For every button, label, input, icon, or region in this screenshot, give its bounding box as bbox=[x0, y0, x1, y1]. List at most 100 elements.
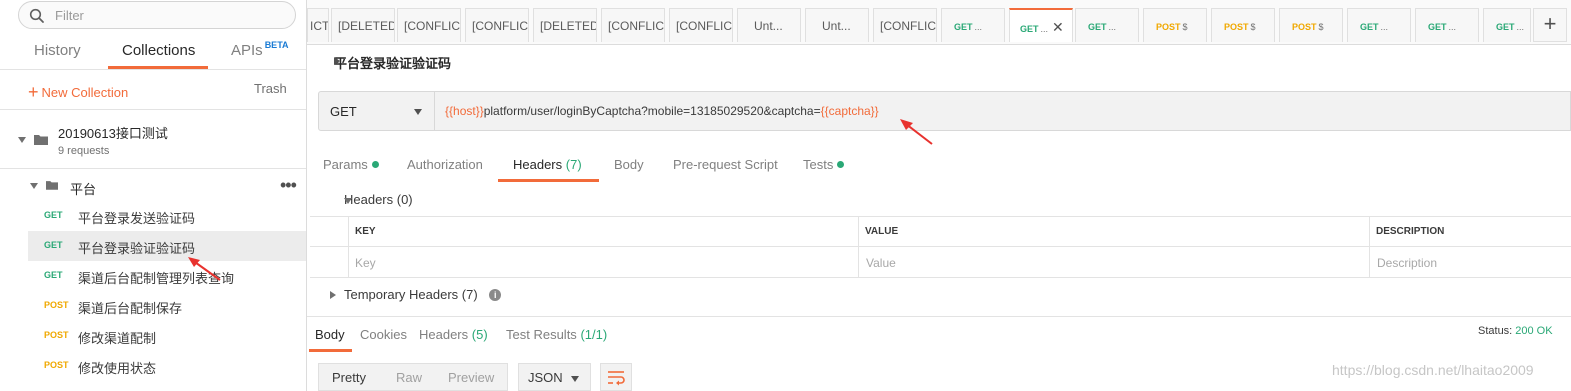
request-name: 修改使用状态 bbox=[78, 361, 157, 376]
format-preview[interactable]: Preview bbox=[448, 370, 494, 385]
trash-button[interactable]: Trash bbox=[254, 81, 287, 96]
request-tab[interactable]: [DELETED] bbox=[331, 8, 395, 42]
request-tab[interactable]: GET... bbox=[1347, 8, 1411, 42]
request-item[interactable]: POST 修改使用状态 bbox=[28, 351, 306, 381]
language-select[interactable]: JSON bbox=[518, 363, 591, 391]
status-label: Status: bbox=[1478, 325, 1513, 337]
request-tab-active[interactable]: GET... ✕ bbox=[1009, 8, 1073, 42]
temporary-headers-count: (7) bbox=[461, 287, 478, 302]
close-tab-icon[interactable]: ✕ bbox=[1052, 19, 1064, 35]
request-item[interactable]: GET 平台登录发送验证码 bbox=[28, 201, 306, 231]
format-pretty[interactable]: Pretty bbox=[332, 370, 366, 385]
test-results-count: (1/1) bbox=[580, 327, 608, 342]
tab-params-label: Params bbox=[323, 157, 368, 172]
tab-label: $ bbox=[1250, 22, 1256, 32]
column-divider bbox=[348, 217, 349, 278]
tab-tests[interactable]: Tests bbox=[803, 157, 845, 172]
request-item[interactable]: POST 修改渠道配制 bbox=[28, 321, 306, 351]
tab-params[interactable]: Params bbox=[323, 157, 379, 172]
url-variable: {{host}} bbox=[445, 104, 484, 118]
method-badge: POST bbox=[44, 300, 69, 310]
more-options-icon[interactable]: ••• bbox=[280, 175, 297, 196]
sidebar-tabs: History Collections APIs BETA bbox=[0, 36, 306, 70]
sidebar: Filter History Collections APIs BETA + New… bbox=[0, 0, 307, 391]
tab-headers[interactable]: Headers (7) bbox=[513, 157, 582, 172]
temporary-headers-toggle[interactable]: Temporary Headers (7) i bbox=[330, 287, 502, 302]
key-input[interactable]: Key bbox=[355, 256, 376, 270]
column-header-description: DESCRIPTION bbox=[1376, 226, 1445, 237]
method-badge: GET bbox=[1360, 22, 1379, 32]
tab-response-headers-label: Headers bbox=[419, 327, 469, 342]
request-tab[interactable]: ICT bbox=[307, 8, 329, 42]
tab-authorization[interactable]: Authorization bbox=[407, 157, 483, 172]
tab-test-results[interactable]: Test Results (1/1) bbox=[506, 327, 607, 342]
request-tab[interactable]: [CONFLICT bbox=[601, 8, 665, 42]
request-name: 修改渠道配制 bbox=[78, 331, 157, 346]
info-icon[interactable]: i bbox=[489, 289, 502, 301]
method-badge: GET bbox=[1020, 24, 1039, 34]
new-collection-button[interactable]: + New Collection bbox=[28, 81, 128, 102]
tab-prerequest[interactable]: Pre-request Script bbox=[673, 157, 778, 172]
headers-count: (7) bbox=[565, 157, 582, 172]
plus-icon: + bbox=[28, 82, 39, 102]
chevron-down-icon bbox=[571, 376, 579, 382]
tab-apis-label: APIs bbox=[231, 42, 263, 59]
request-tab[interactable]: POST $ bbox=[1279, 8, 1343, 42]
headers-section-toggle[interactable]: Headers (0) bbox=[328, 192, 413, 207]
wrap-lines-button[interactable] bbox=[600, 363, 632, 391]
request-item[interactable]: POST 渠道后台配制保存 bbox=[28, 291, 306, 321]
tab-apis[interactable]: APIs BETA bbox=[231, 40, 289, 59]
chevron-down-icon[interactable] bbox=[30, 183, 38, 189]
request-title[interactable]: 平台登录验证验证码 bbox=[323, 53, 451, 72]
request-tab[interactable]: [CONFLICT bbox=[669, 8, 733, 42]
column-divider bbox=[858, 217, 859, 278]
search-icon bbox=[29, 8, 44, 23]
status-value: 200 OK bbox=[1515, 325, 1553, 337]
tab-label: ... bbox=[974, 22, 983, 32]
description-input[interactable]: Description bbox=[1377, 256, 1437, 270]
request-item-selected[interactable]: GET 平台登录验证验证码 bbox=[28, 231, 306, 261]
divider bbox=[0, 109, 306, 110]
tab-body[interactable]: Body bbox=[614, 157, 644, 172]
annotation-arrow bbox=[188, 257, 221, 281]
request-tab[interactable]: [CONFLICT bbox=[873, 8, 937, 42]
method-select[interactable]: GET bbox=[319, 92, 435, 130]
tab-tests-label: Tests bbox=[803, 157, 834, 172]
chevron-down-icon[interactable] bbox=[18, 137, 26, 143]
request-tab[interactable]: GET... bbox=[1415, 8, 1479, 42]
request-tab[interactable]: Unt... bbox=[737, 8, 801, 42]
folder-item[interactable]: 平台 ••• bbox=[0, 172, 306, 200]
new-tab-button[interactable]: + bbox=[1533, 8, 1567, 42]
request-tab[interactable]: [CONFLICT bbox=[397, 8, 461, 42]
response-status: Status: 200 OK bbox=[1478, 325, 1553, 337]
tab-label: ... bbox=[1108, 22, 1117, 32]
request-name: 渠道后台配制保存 bbox=[78, 301, 183, 316]
tab-label: ... bbox=[1380, 22, 1389, 32]
request-item[interactable]: GET 渠道后台配制管理列表查询 bbox=[28, 261, 306, 291]
filter-input[interactable]: Filter bbox=[18, 1, 296, 29]
chevron-down-icon bbox=[414, 109, 422, 115]
request-tab[interactable]: [DELETED] bbox=[533, 8, 597, 42]
request-tab[interactable]: [CONFLICT bbox=[465, 8, 529, 42]
format-toggle: Pretty Raw Preview bbox=[318, 363, 508, 391]
tab-collections[interactable]: Collections bbox=[122, 42, 195, 59]
collection-item[interactable]: 20190613接口测试 9 requests bbox=[0, 113, 306, 169]
request-tab[interactable]: GET... bbox=[1075, 8, 1139, 42]
request-tab[interactable]: POST $ bbox=[1211, 8, 1275, 42]
value-input[interactable]: Value bbox=[866, 256, 896, 270]
request-tab[interactable]: GET... bbox=[1483, 8, 1531, 42]
url-input[interactable]: {{host}}platform/user/loginByCaptcha?mob… bbox=[445, 104, 879, 118]
tab-history[interactable]: History bbox=[34, 42, 81, 59]
chevron-right-icon bbox=[330, 291, 336, 299]
folder-icon bbox=[34, 135, 48, 145]
request-tab[interactable]: POST $ bbox=[1143, 8, 1207, 42]
format-raw[interactable]: Raw bbox=[396, 370, 422, 385]
response-headers-count: (5) bbox=[471, 327, 488, 342]
request-tab[interactable]: GET... bbox=[941, 8, 1005, 42]
request-tab[interactable]: Unt... bbox=[805, 8, 869, 42]
tab-cookies[interactable]: Cookies bbox=[360, 327, 407, 342]
folder-icon bbox=[46, 181, 58, 190]
tab-response-body[interactable]: Body bbox=[315, 327, 345, 342]
tab-headers-label: Headers bbox=[513, 157, 563, 172]
tab-response-headers[interactable]: Headers (5) bbox=[419, 327, 488, 342]
